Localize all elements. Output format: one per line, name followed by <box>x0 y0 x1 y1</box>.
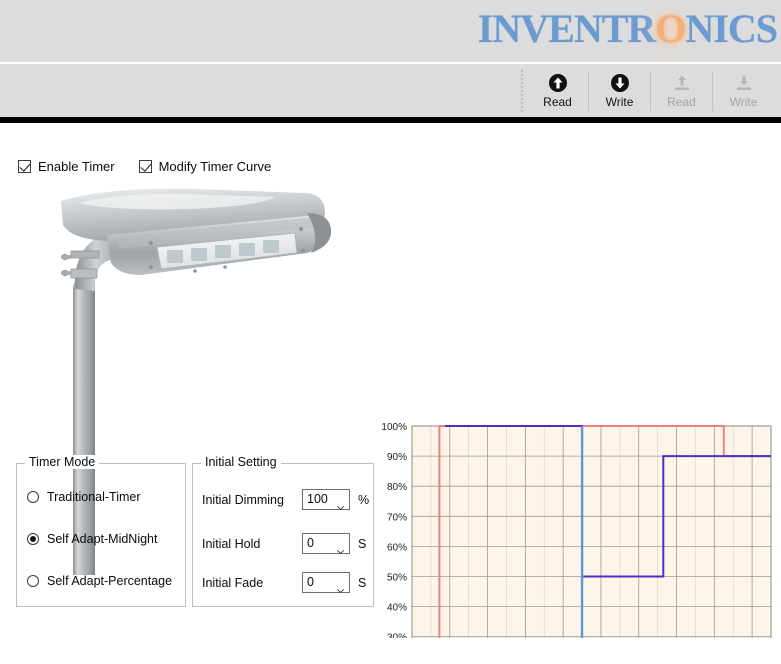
initial-hold-value: 0 <box>307 536 314 550</box>
radio-button-icon <box>27 533 39 545</box>
toolbar-separator <box>588 70 589 111</box>
chart-y-tick-label: 50% <box>387 573 407 584</box>
logo-text-end: NICS <box>685 6 778 51</box>
chart-y-tick-label: 100% <box>381 422 407 433</box>
upload-tray-icon <box>671 72 693 94</box>
logo-text-start: INVENTR <box>477 6 656 51</box>
chart-y-tick-label: 80% <box>387 482 407 493</box>
chart-y-tick-label: 30% <box>387 633 407 638</box>
initial-hold-row: Initial Hold 0 S <box>202 533 367 555</box>
modify-timer-curve-checkbox[interactable]: Modify Timer Curve <box>138 159 272 174</box>
chart-y-tick-label: 70% <box>387 512 407 523</box>
initial-fade-value: 0 <box>307 575 314 589</box>
radio-self-adapt-midnight[interactable]: Self Adapt-MidNight <box>27 532 157 546</box>
toolbar-drag-handle[interactable] <box>520 68 524 113</box>
timer-options-row: Enable Timer Modify Timer Curve <box>18 159 271 174</box>
toolbar: Read Write Read Write <box>0 64 781 117</box>
chart-y-tick-label: 60% <box>387 542 407 553</box>
initial-hold-select[interactable]: 0 <box>302 533 350 555</box>
checkbox-box-icon <box>138 160 152 173</box>
initial-dimming-value: 100 <box>307 492 328 506</box>
download-tray-icon <box>733 72 755 94</box>
logo-glow-letter: O <box>655 6 686 51</box>
chart-canvas: 0%10%20%30%40%50%60%70%80%90%100%15:0017… <box>381 422 772 638</box>
read-file-label: Read <box>667 95 696 109</box>
modify-timer-curve-label: Modify Timer Curve <box>158 159 272 174</box>
chevron-down-icon <box>336 497 345 511</box>
initial-fade-unit: S <box>358 575 367 590</box>
chevron-down-icon <box>336 541 345 555</box>
header-bar: INVENTRONICS <box>0 0 781 62</box>
toolbar-separator <box>712 70 713 111</box>
read-device-label: Read <box>543 95 572 109</box>
initial-hold-unit: S <box>358 536 367 551</box>
timer-curve-chart[interactable]: 0%10%20%30%40%50%60%70%80%90%100%15:0017… <box>380 293 780 638</box>
radio-self-adapt-midnight-label: Self Adapt-MidNight <box>47 532 158 546</box>
company-logo: INVENTRONICS <box>477 4 778 54</box>
initial-fade-label: Initial Fade <box>202 575 264 590</box>
enable-timer-checkbox[interactable]: Enable Timer <box>18 159 115 174</box>
main-content: Enable Timer Modify Timer Curve Timer Mo… <box>0 123 781 664</box>
radio-button-icon <box>27 491 39 503</box>
radio-traditional-timer[interactable]: Traditional-Timer <box>27 490 141 504</box>
initial-dimming-label: Initial Dimming <box>202 492 284 507</box>
write-device-label: Write <box>605 95 634 109</box>
radio-self-adapt-percentage-label: Self Adapt-Percentage <box>47 574 173 588</box>
initial-setting-group: Initial Setting Initial Dimming 100 % In… <box>192 455 374 607</box>
checkbox-box-icon <box>18 160 31 173</box>
initial-hold-label: Initial Hold <box>202 536 261 551</box>
initial-dimming-row: Initial Dimming 100 % <box>202 489 370 511</box>
initial-dimming-unit: % <box>358 492 370 507</box>
initial-dimming-select[interactable]: 100 <box>302 489 350 511</box>
enable-timer-label: Enable Timer <box>38 159 115 174</box>
radio-traditional-timer-label: Traditional-Timer <box>47 490 141 504</box>
timer-mode-title: Timer Mode <box>25 455 100 469</box>
toolbar-separator <box>650 70 651 111</box>
radio-self-adapt-percentage[interactable]: Self Adapt-Percentage <box>27 574 172 588</box>
initial-fade-row: Initial Fade 0 S <box>202 572 367 594</box>
read-device-button[interactable]: Read <box>530 68 585 114</box>
radio-button-icon <box>27 575 39 587</box>
initial-setting-title: Initial Setting <box>201 455 281 469</box>
initial-fade-select[interactable]: 0 <box>302 572 350 594</box>
write-file-button[interactable]: Write <box>716 68 771 114</box>
circle-down-arrow-icon <box>609 72 631 94</box>
write-device-button[interactable]: Write <box>592 68 647 114</box>
timer-mode-group: Timer Mode Traditional-Timer Self Adapt-… <box>16 455 186 607</box>
chart-y-tick-label: 90% <box>387 452 407 463</box>
read-file-button[interactable]: Read <box>654 68 709 114</box>
write-file-label: Write <box>729 95 758 109</box>
circle-up-arrow-icon <box>547 72 569 94</box>
chevron-down-icon <box>336 580 345 594</box>
chart-y-tick-label: 40% <box>387 603 407 614</box>
